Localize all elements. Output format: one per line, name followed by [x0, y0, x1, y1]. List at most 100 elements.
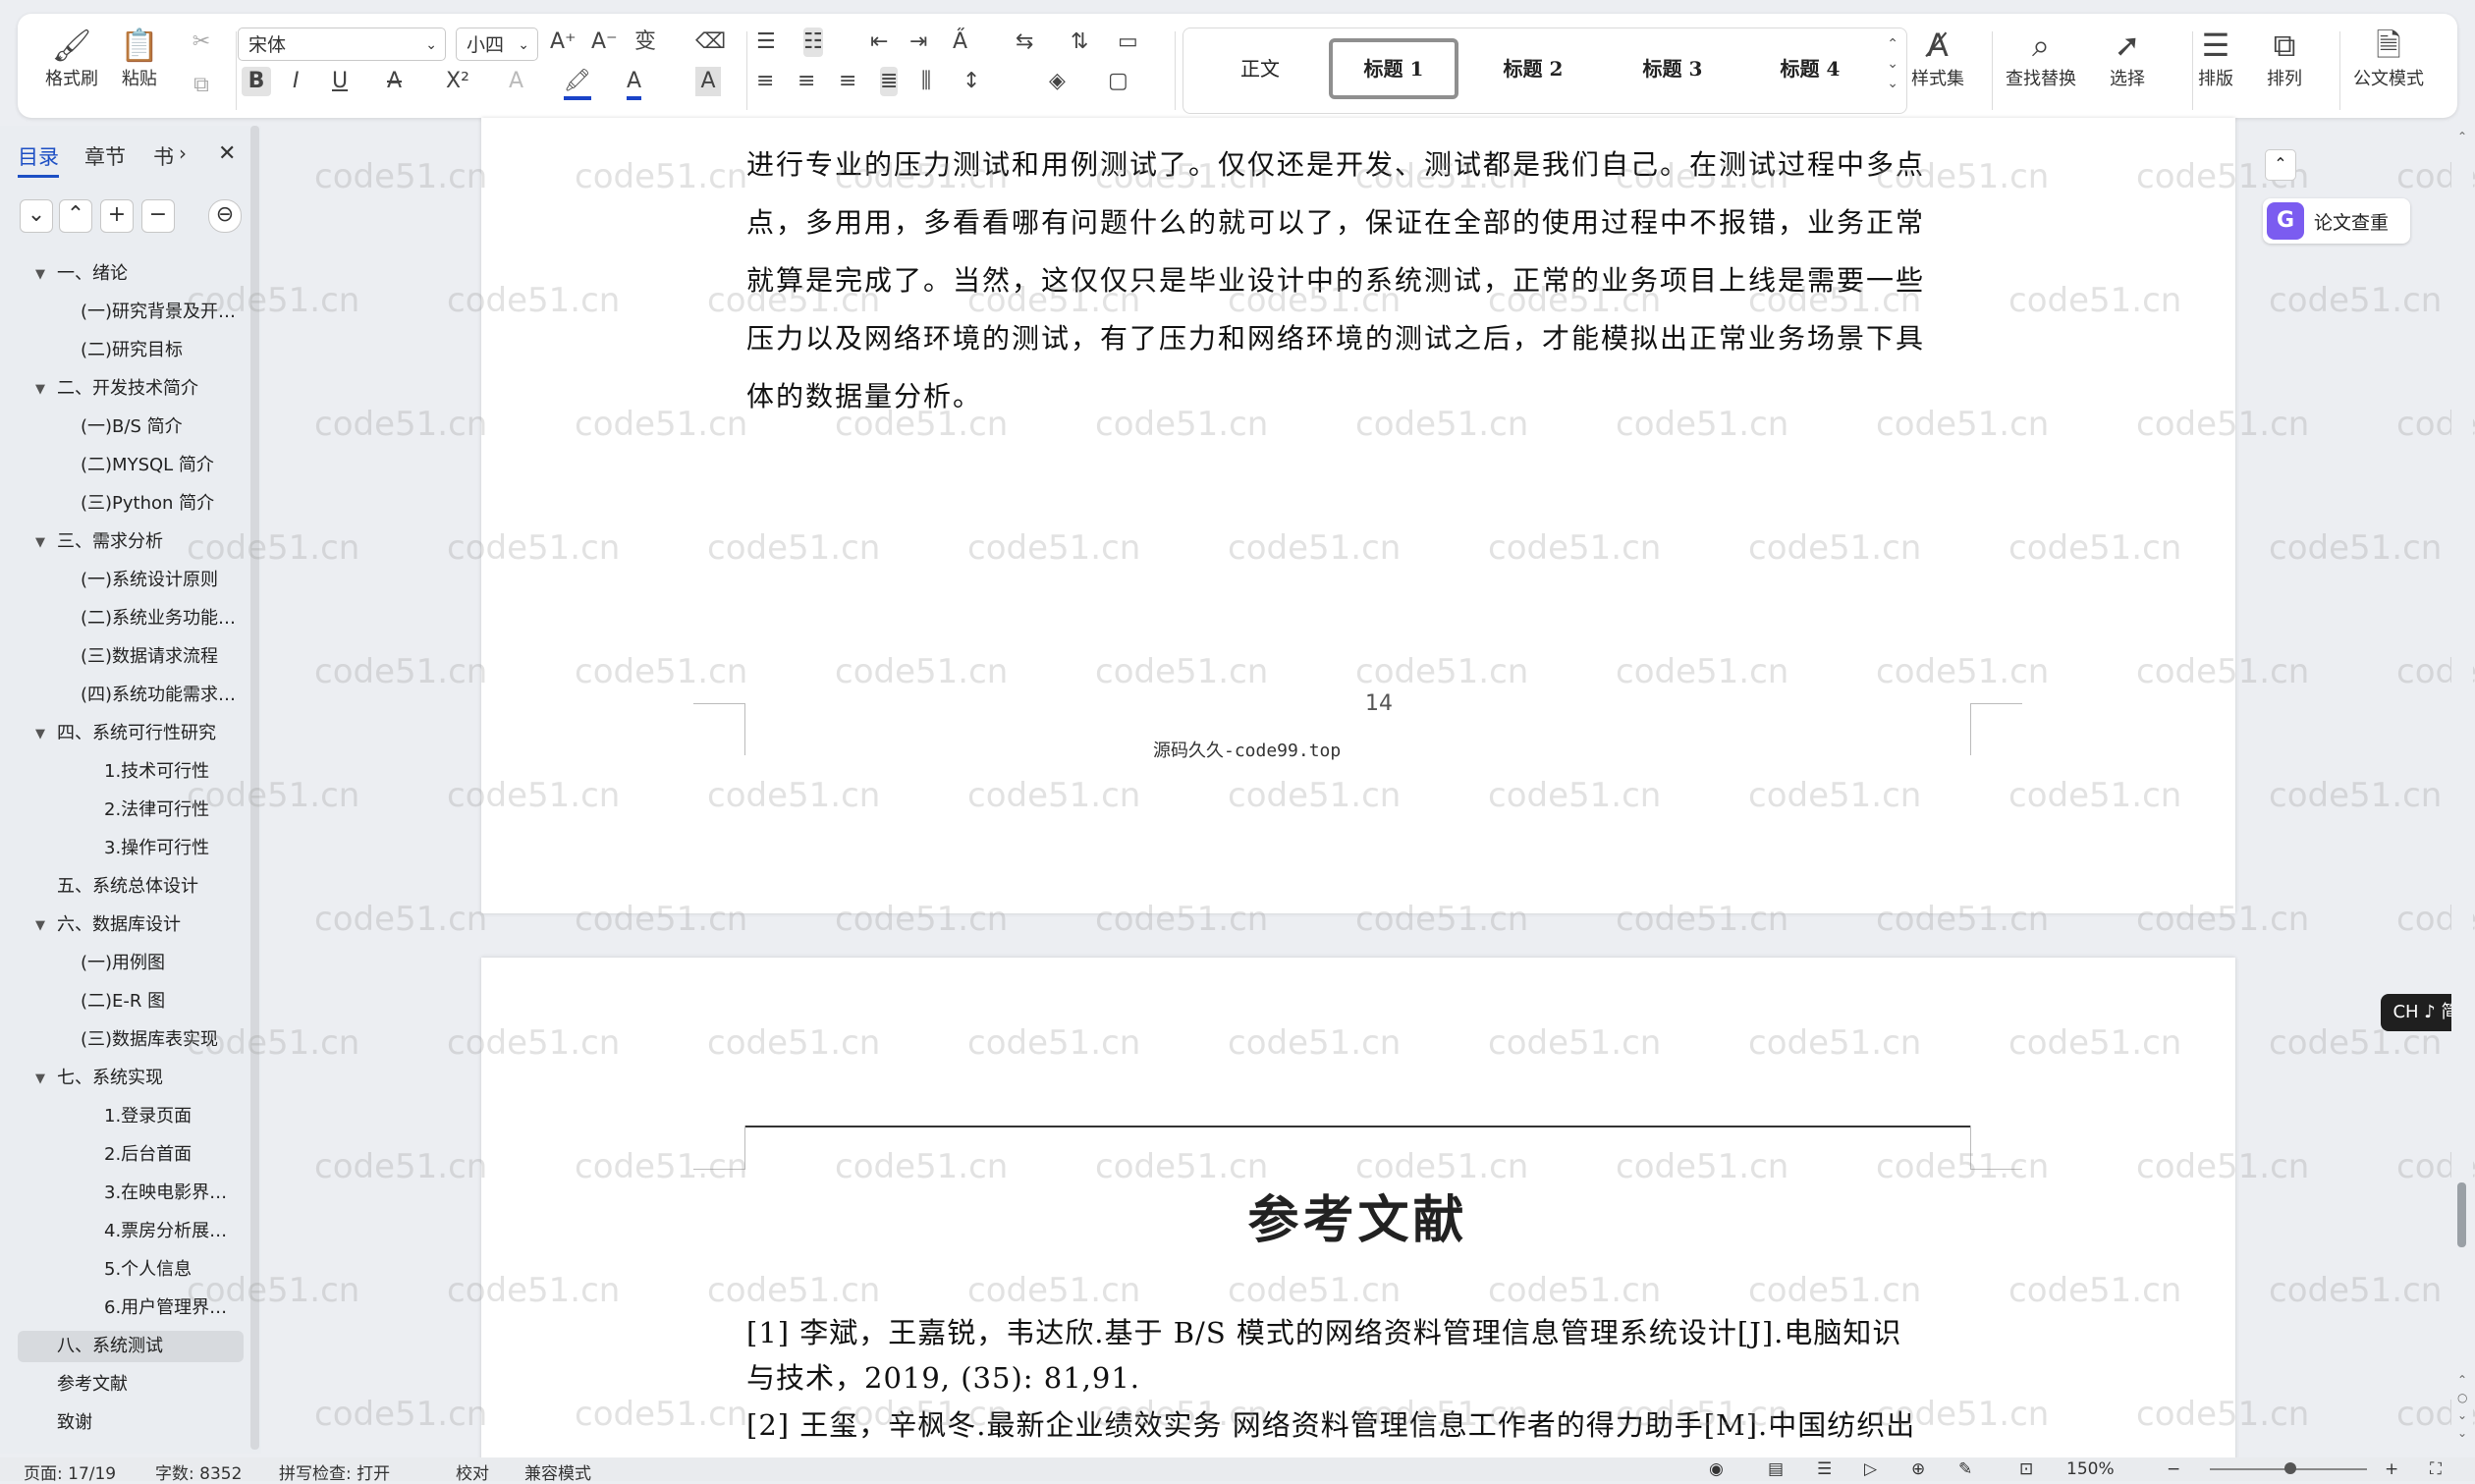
- clear-format-icon[interactable]: ⌫: [695, 27, 726, 57]
- font-name-select[interactable]: 宋体 ⌄: [238, 27, 446, 61]
- layout-button[interactable]: ☰ 排版: [2198, 26, 2233, 90]
- toc-item[interactable]: (二)研究目标: [81, 335, 183, 366]
- scrollbar-thumb[interactable]: [2457, 1182, 2466, 1247]
- underline-button[interactable]: U: [332, 67, 348, 96]
- phonetic-guide-icon[interactable]: 变: [634, 27, 656, 57]
- expand-caret-icon[interactable]: ▼: [35, 535, 45, 550]
- format-painter-button[interactable]: 🖌 格式刷: [45, 26, 98, 90]
- toc-item[interactable]: 4.票房分析展…: [104, 1216, 227, 1247]
- style-heading-1[interactable]: 标题 1: [1329, 38, 1458, 99]
- style-set-button[interactable]: A̸ 样式集: [1911, 26, 1964, 90]
- toc-item[interactable]: 2.后台首面: [104, 1139, 192, 1171]
- select-button[interactable]: ➚ 选择: [2110, 26, 2145, 90]
- superscript-button[interactable]: X²: [446, 67, 469, 96]
- style-heading-3[interactable]: 标题 3: [1608, 38, 1737, 99]
- toc-item[interactable]: (一)系统设计原则: [81, 565, 218, 596]
- toc-item[interactable]: 5.个人信息: [104, 1254, 192, 1286]
- arrange-button[interactable]: ⧉ 排列: [2267, 26, 2302, 90]
- collapse-panel-icon[interactable]: ⌃: [2265, 149, 2296, 181]
- paste-button[interactable]: 📋 粘贴: [120, 26, 159, 90]
- toc-item[interactable]: 七、系统实现: [57, 1063, 163, 1094]
- page-nav-icons[interactable]: ⌃ ○ ⌄ ⌄: [2457, 1371, 2467, 1442]
- numbered-list-icon[interactable]: ☷: [803, 27, 823, 57]
- text-direction-icon[interactable]: ⇆: [1016, 27, 1033, 57]
- toc-item[interactable]: (一)研究背景及开…: [81, 297, 236, 328]
- gallery-scroll-icon[interactable]: ⌃ ⌄ ⌄: [1887, 34, 1898, 93]
- tab-toc[interactable]: 目录: [18, 141, 59, 178]
- justify-icon[interactable]: ≣: [880, 67, 899, 96]
- shading-icon[interactable]: ◈: [1049, 67, 1066, 96]
- plagiarism-check-button[interactable]: G 论文查重: [2263, 198, 2410, 244]
- line-spacing-icon[interactable]: ↕: [962, 67, 980, 96]
- copy-icon[interactable]: ⧉: [187, 71, 216, 100]
- distribute-icon[interactable]: ⫼: [921, 67, 931, 96]
- eye-icon[interactable]: ◉: [1709, 1459, 1724, 1479]
- toc-item[interactable]: 三、需求分析: [57, 526, 163, 558]
- sidebar-scrollbar[interactable]: [250, 126, 259, 1450]
- document-scrollbar[interactable]: ⌃ ⌃ ○ ⌄ ⌄: [2451, 124, 2473, 1456]
- align-left-icon[interactable]: ≡: [756, 67, 774, 96]
- toc-item[interactable]: (三)数据请求流程: [81, 641, 218, 673]
- font-size-select[interactable]: 小四 ⌄: [456, 27, 538, 61]
- highlight-icon[interactable]: 🖍: [564, 67, 591, 100]
- scroll-up-icon[interactable]: ⌃: [2457, 130, 2467, 143]
- find-replace-button[interactable]: ⌕ 查找替换: [2006, 26, 2076, 90]
- toc-item[interactable]: 参考文献: [57, 1369, 128, 1401]
- expand-caret-icon[interactable]: ▼: [35, 267, 45, 282]
- play-icon[interactable]: ▷: [1864, 1459, 1877, 1479]
- char-shading-icon[interactable]: A: [695, 67, 721, 96]
- toc-options-button[interactable]: ⊖: [208, 199, 242, 233]
- style-heading-2[interactable]: 标题 2: [1468, 38, 1598, 99]
- toc-item[interactable]: (二)E-R 图: [81, 986, 165, 1017]
- expand-caret-icon[interactable]: ▼: [35, 918, 45, 933]
- tab-bookmarks[interactable]: 书: [153, 141, 174, 171]
- toc-item[interactable]: (四)系统功能需求…: [81, 680, 236, 711]
- cut-icon[interactable]: ✂: [187, 27, 216, 57]
- toc-item[interactable]: 3.在映电影界…: [104, 1178, 227, 1209]
- style-heading-4[interactable]: 标题 4: [1745, 38, 1875, 99]
- doc-mode-button[interactable]: 🗎 公文模式: [2353, 26, 2424, 90]
- collapse-all-button[interactable]: ⌄: [20, 199, 53, 233]
- add-heading-button[interactable]: +: [100, 199, 134, 233]
- status-spellcheck[interactable]: 拼写检查: 打开: [279, 1459, 390, 1484]
- status-words[interactable]: 字数: 8352: [155, 1459, 242, 1484]
- bullet-list-icon[interactable]: ☰: [756, 27, 776, 57]
- decrease-indent-icon[interactable]: ⇤: [870, 27, 888, 57]
- close-icon[interactable]: ✕: [218, 141, 236, 166]
- font-color-icon[interactable]: A: [627, 67, 642, 100]
- zoom-out-icon[interactable]: −: [2167, 1459, 2180, 1479]
- toc-item[interactable]: (一)用例图: [81, 948, 165, 979]
- align-right-icon[interactable]: ≡: [839, 67, 856, 96]
- fit-icon[interactable]: ⊡: [2019, 1459, 2033, 1479]
- toc-item[interactable]: (三)Python 简介: [81, 488, 214, 520]
- zoom-in-icon[interactable]: +: [2385, 1459, 2398, 1479]
- expand-up-button[interactable]: ⌃: [59, 199, 92, 233]
- zoom-slider-thumb[interactable]: [2284, 1462, 2296, 1474]
- toc-item[interactable]: 1.技术可行性: [104, 756, 209, 788]
- toc-item[interactable]: 6.用户管理界…: [104, 1292, 227, 1324]
- text-effect-icon[interactable]: A: [509, 67, 523, 96]
- toc-item[interactable]: 四、系统可行性研究: [57, 718, 216, 749]
- toc-item[interactable]: 2.法律可行性: [104, 795, 209, 826]
- zoom-level[interactable]: 150%: [2066, 1459, 2115, 1479]
- page-view-icon[interactable]: ▤: [1768, 1459, 1784, 1479]
- decrease-font-icon[interactable]: A⁻: [591, 27, 618, 57]
- outline-view-icon[interactable]: ☰: [1817, 1459, 1832, 1479]
- bold-button[interactable]: B: [242, 67, 271, 96]
- toc-item[interactable]: 二、开发技术简介: [57, 373, 198, 405]
- toc-item[interactable]: 一、绪论: [57, 258, 128, 290]
- remove-heading-button[interactable]: −: [141, 199, 175, 233]
- toc-item[interactable]: (二)系统业务功能…: [81, 603, 236, 634]
- sort-icon[interactable]: ⇅: [1071, 27, 1088, 57]
- chevron-right-icon[interactable]: ›: [179, 141, 187, 165]
- status-page[interactable]: 页面: 17/19: [24, 1459, 116, 1484]
- toc-item[interactable]: (二)MYSQL 简介: [81, 450, 214, 481]
- fullscreen-icon[interactable]: ⛶: [2430, 1459, 2442, 1479]
- status-proofread[interactable]: 校对: [456, 1459, 489, 1484]
- italic-button[interactable]: I: [293, 67, 300, 96]
- expand-caret-icon[interactable]: ▼: [35, 1072, 45, 1086]
- toc-item[interactable]: (一)B/S 简介: [81, 412, 183, 443]
- toc-item[interactable]: (三)数据库表实现: [81, 1024, 218, 1056]
- toc-item[interactable]: 致谢: [57, 1407, 92, 1439]
- expand-caret-icon[interactable]: ▼: [35, 727, 45, 742]
